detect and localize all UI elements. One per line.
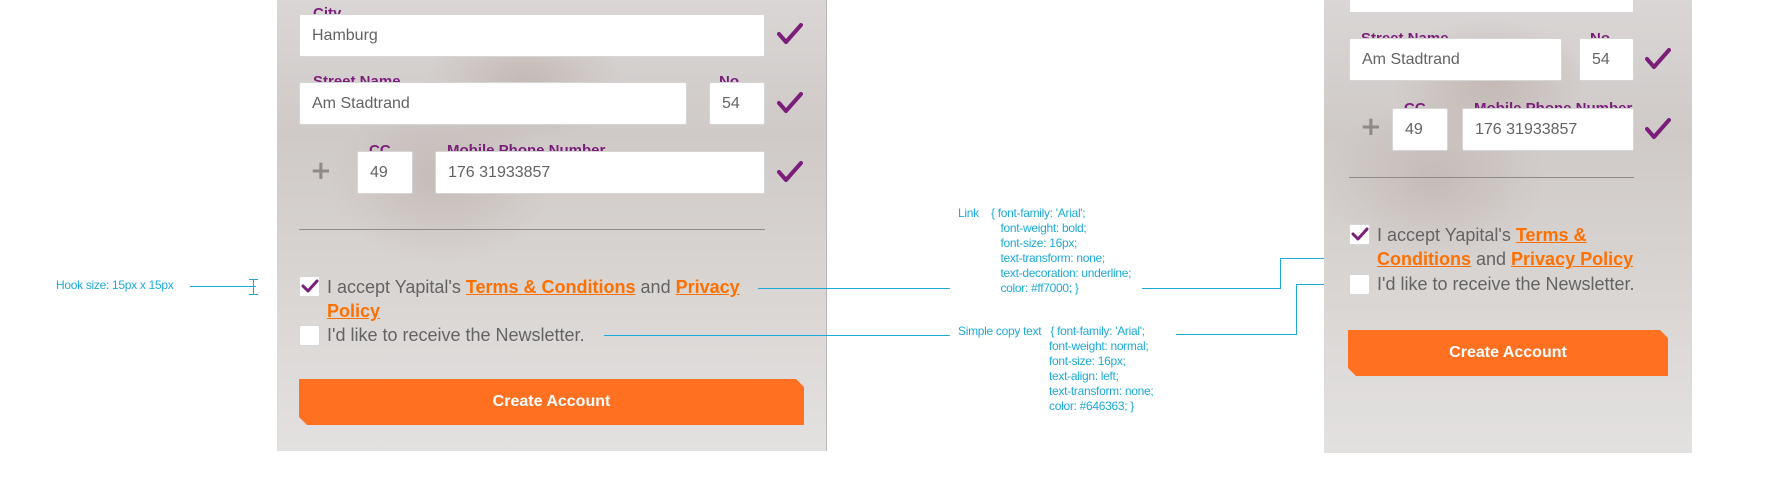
city-field[interactable]: Hamburg: [299, 14, 765, 57]
terms-text: I accept Yapital's Terms & Conditions an…: [327, 275, 767, 323]
newsletter-checkbox[interactable]: [1349, 274, 1370, 295]
terms-and: and: [635, 277, 676, 297]
check-icon: [777, 92, 803, 113]
terms-checkbox[interactable]: [1349, 224, 1370, 245]
mobile-phone-field[interactable]: 176 31933857: [435, 151, 765, 194]
annotation-line: [249, 294, 258, 295]
check-icon: [777, 23, 803, 44]
newsletter-label: I'd like to receive the Newsletter.: [1377, 274, 1635, 294]
street-name-field[interactable]: Am Stadtrand: [1349, 38, 1562, 81]
annotation-line: [249, 279, 258, 280]
add-phone-icon[interactable]: +: [1360, 114, 1382, 140]
terms-text: I accept Yapital's Terms & Conditions an…: [1377, 223, 1677, 271]
check-icon: [1645, 48, 1671, 69]
check-icon: [301, 279, 319, 293]
copy-style-annotation: Simple copy text { font-family: 'Arial';…: [958, 324, 1154, 413]
country-code-field[interactable]: 49: [1392, 108, 1448, 151]
terms-prefix: I accept Yapital's: [327, 277, 466, 297]
street-name-field[interactable]: Am Stadtrand: [299, 82, 687, 125]
terms-and: and: [1470, 249, 1512, 269]
annotation-line: [190, 286, 256, 287]
check-icon: [1645, 118, 1671, 139]
check-icon: [1351, 227, 1369, 241]
divider: [299, 229, 765, 230]
annotation-line: [758, 288, 950, 289]
newsletter-checkbox[interactable]: [299, 325, 320, 346]
annotation-line: [253, 279, 254, 295]
annotation-line: [604, 335, 950, 336]
newsletter-label: I'd like to receive the Newsletter.: [327, 325, 585, 345]
house-number-field[interactable]: 54: [709, 82, 765, 125]
add-phone-icon[interactable]: +: [310, 158, 332, 184]
link-style-annotation: Link { font-family: 'Arial'; font-weight…: [958, 206, 1132, 295]
form-panel-mobile: Street Name Am Stadtrand No. 54 + CC 49 …: [1324, 0, 1692, 453]
check-icon: [777, 161, 803, 182]
annotation-line: [1142, 288, 1280, 289]
mobile-phone-field[interactable]: 176 31933857: [1462, 108, 1634, 151]
annotation-line: [1280, 258, 1281, 289]
create-account-button[interactable]: Create Account: [1348, 330, 1668, 376]
divider: [1349, 177, 1634, 178]
annotation-line: [1296, 284, 1297, 335]
country-code-field[interactable]: 49: [357, 151, 413, 194]
city-field[interactable]: [1349, 0, 1634, 13]
privacy-policy-link[interactable]: Privacy Policy: [1511, 249, 1633, 269]
terms-prefix: I accept Yapital's: [1377, 225, 1516, 245]
house-number-field[interactable]: 54: [1579, 38, 1634, 81]
create-account-button[interactable]: Create Account: [299, 379, 804, 425]
terms-checkbox[interactable]: [299, 276, 320, 297]
form-panel-desktop: City Hamburg Street Name Am Stadtrand No…: [277, 0, 827, 451]
hook-size-annotation: Hook size: 15px x 15px: [56, 278, 174, 292]
terms-conditions-link[interactable]: Terms & Conditions: [466, 277, 636, 297]
annotation-line: [1176, 334, 1296, 335]
